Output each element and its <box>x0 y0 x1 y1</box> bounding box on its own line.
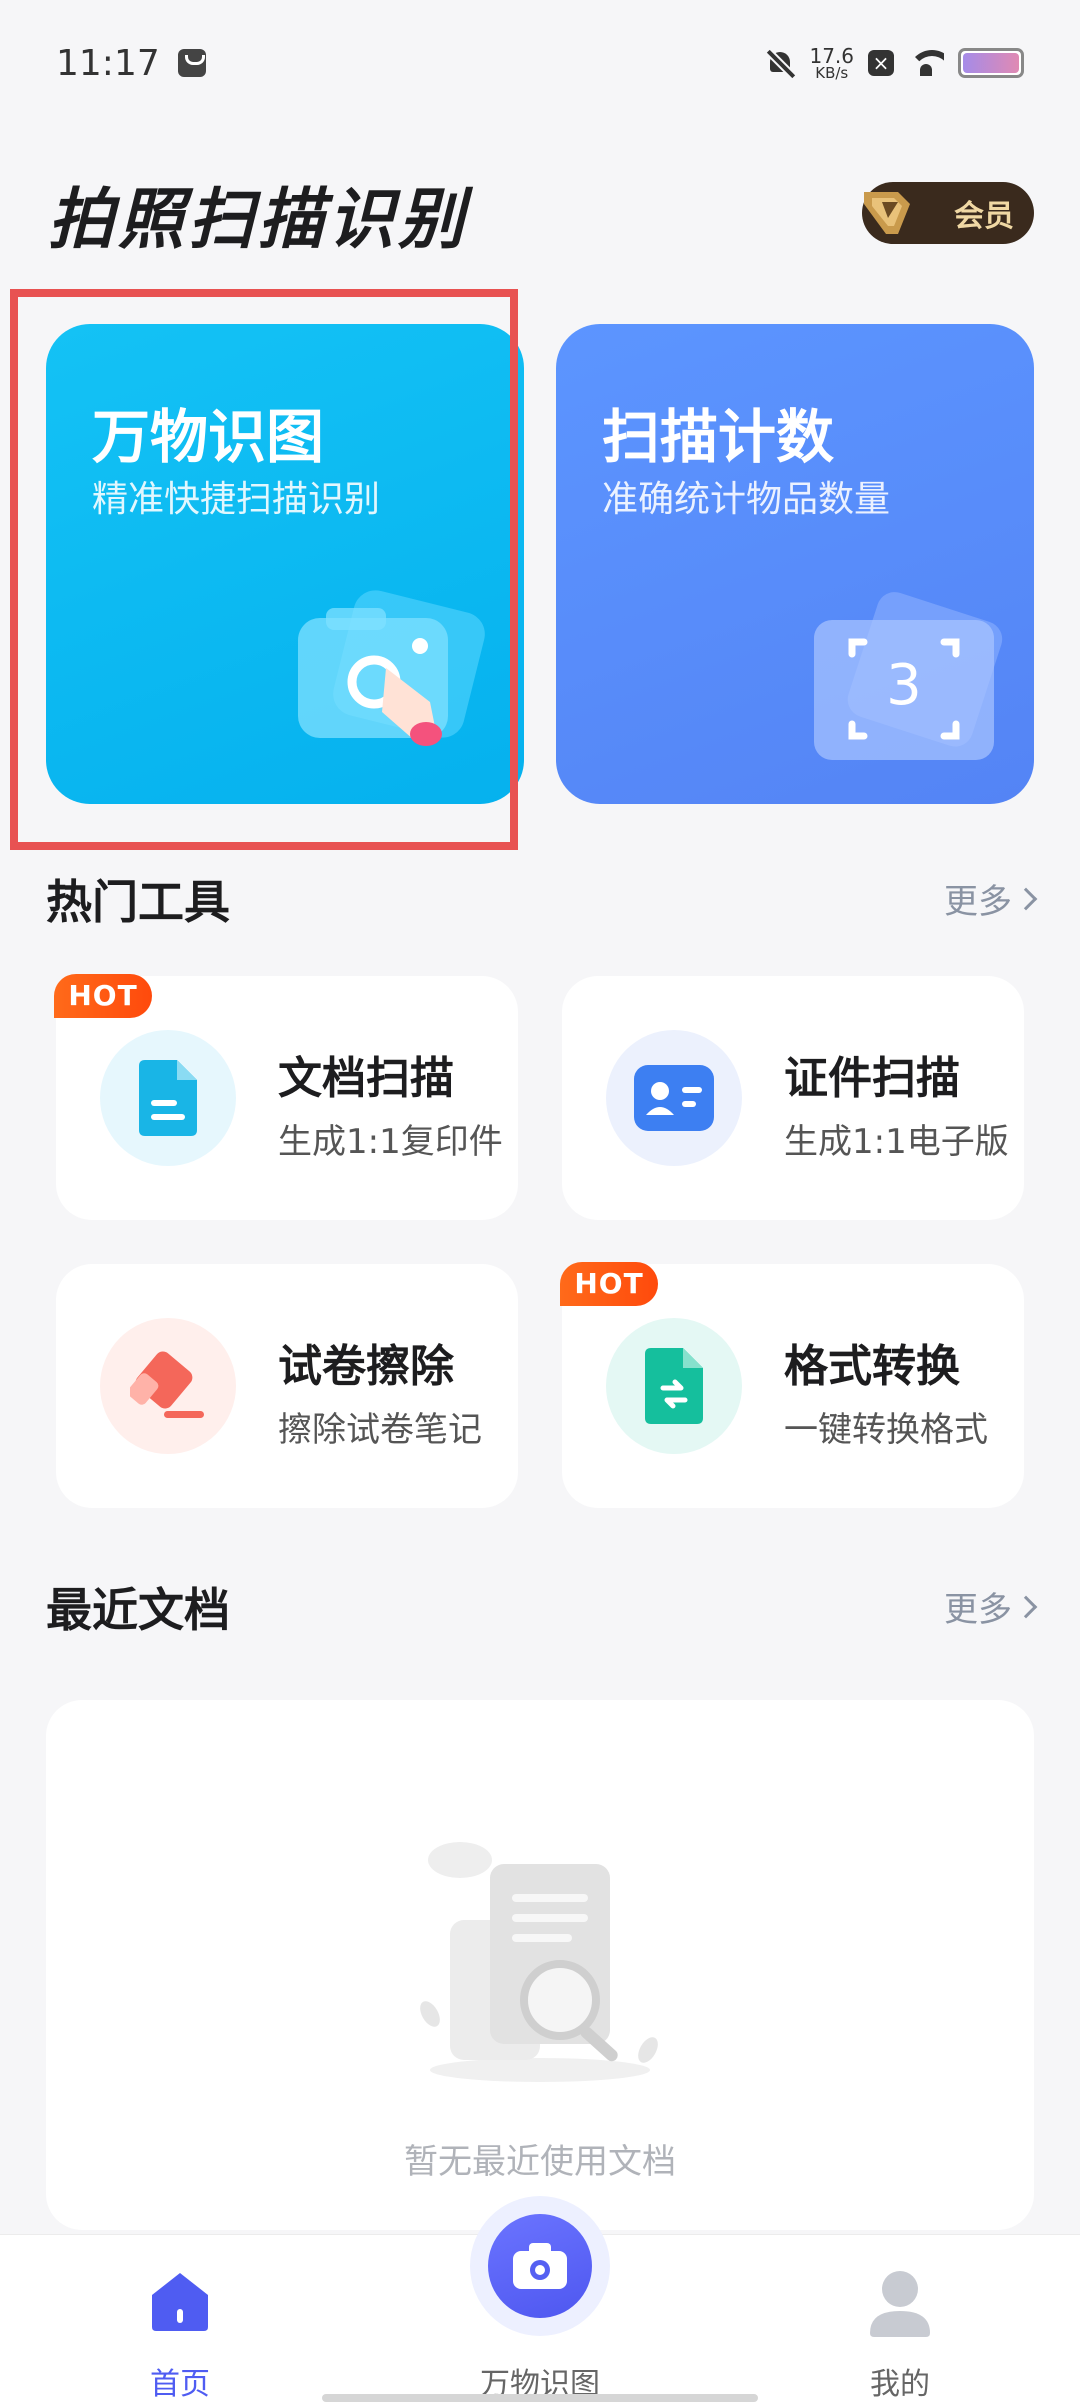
card-title: 扫描计数 <box>602 403 835 471</box>
document-icon <box>139 1060 197 1136</box>
empty-state-text: 暂无最近使用文档 <box>404 2142 676 2182</box>
recent-docs-title: 最近文档 <box>46 1583 230 1637</box>
home-icon <box>152 2273 208 2331</box>
status-left: 11:17 <box>56 43 206 84</box>
tool-name: 试卷擦除 <box>278 1341 454 1392</box>
convert-icon <box>645 1348 703 1424</box>
card-subtitle: 精准快捷扫描识别 <box>92 479 381 520</box>
status-bar: 11:17 17.6 KB/s × <box>0 0 1080 126</box>
vip-crown-icon <box>864 192 910 234</box>
count-frame-illustration-icon: 3 <box>814 592 1003 760</box>
tool-icon-bg <box>100 1318 236 1454</box>
camera-fab-inner <box>488 2214 592 2318</box>
tool-name: 文档扫描 <box>278 1053 454 1104</box>
wifi-icon <box>908 50 944 76</box>
hot-badge: HOT <box>54 974 152 1018</box>
camera-scan-illustration-icon <box>298 590 485 746</box>
recent-docs-panel: 暂无最近使用文档 <box>46 1700 1034 2230</box>
battery-fill <box>963 53 1019 73</box>
tool-name: 格式转换 <box>784 1341 960 1392</box>
more-label: 更多 <box>944 1590 1012 1630</box>
hot-badge: HOT <box>560 1262 658 1306</box>
count-number: 3 <box>886 653 922 718</box>
tool-icon-bg <box>100 1030 236 1166</box>
camera-fab-button[interactable] <box>470 2196 610 2336</box>
nav-label: 我的 <box>870 2367 930 2402</box>
empty-documents-illustration-icon <box>420 1842 658 2082</box>
vip-label: 会员 <box>954 199 1014 234</box>
hot-tools-more-link[interactable]: 更多 <box>944 874 1038 923</box>
status-right: 17.6 KB/s × <box>765 46 1024 81</box>
chevron-right-icon <box>1014 887 1038 910</box>
tool-desc: 生成1:1电子版 <box>784 1122 1009 1162</box>
feature-card-scan-count[interactable]: 扫描计数 准确统计物品数量 3 <box>556 324 1034 804</box>
home-indicator <box>322 2394 758 2402</box>
page-title: 拍照扫描识别 <box>48 181 468 258</box>
card-title: 万物识图 <box>92 403 325 471</box>
id-card-icon <box>634 1065 714 1131</box>
camera-icon <box>513 2243 567 2289</box>
card-subtitle: 准确统计物品数量 <box>602 479 891 520</box>
hot-tools-title: 热门工具 <box>46 875 230 929</box>
no-sim-icon: × <box>868 50 894 76</box>
nav-item-home[interactable]: 首页 <box>60 2235 300 2408</box>
mute-bell-icon <box>765 48 795 78</box>
recent-docs-more-link[interactable]: 更多 <box>944 1582 1038 1631</box>
tool-icon-bg <box>606 1030 742 1166</box>
tool-desc: 生成1:1复印件 <box>278 1122 503 1162</box>
nav-item-profile[interactable]: 我的 <box>780 2235 1020 2408</box>
battery-icon <box>958 48 1024 78</box>
tool-card-exam-erase[interactable]: 试卷擦除 擦除试卷笔记 <box>56 1264 518 1508</box>
network-speed-unit: KB/s <box>815 63 849 82</box>
network-speed: 17.6 KB/s <box>809 46 854 81</box>
nav-label: 首页 <box>150 2367 210 2402</box>
vip-button[interactable]: 会员 <box>862 182 1034 244</box>
eraser-icon <box>130 1351 204 1418</box>
tool-icon-bg <box>606 1318 742 1454</box>
network-speed-value: 17.6 <box>809 43 854 68</box>
tool-card-id-scan[interactable]: 证件扫描 生成1:1电子版 <box>562 976 1024 1220</box>
chevron-right-icon <box>1014 1595 1038 1618</box>
shopping-bag-icon <box>177 49 206 77</box>
more-label: 更多 <box>944 882 1012 922</box>
tool-desc: 擦除试卷笔记 <box>278 1410 482 1450</box>
tool-desc: 一键转换格式 <box>784 1410 988 1450</box>
tool-name: 证件扫描 <box>784 1053 960 1104</box>
profile-icon <box>870 2271 930 2337</box>
status-time: 11:17 <box>56 42 160 84</box>
feature-card-object-recognition[interactable]: 万物识图 精准快捷扫描识别 <box>46 324 524 804</box>
